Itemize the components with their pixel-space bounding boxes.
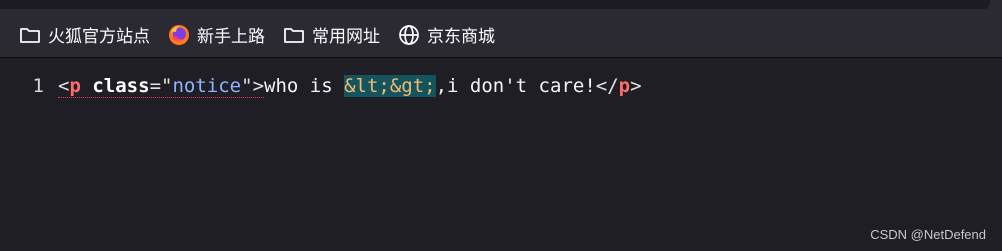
tab-strip: [0, 0, 1002, 12]
text-after-entity: ,i don't care!: [435, 75, 596, 97]
open-tag: <p class="notice">: [58, 74, 265, 98]
html-entity-highlight: &lt;&gt;: [344, 75, 436, 97]
bookmark-jd-mall[interactable]: 京东商城: [397, 19, 495, 51]
bookmark-label: 新手上路: [197, 27, 265, 47]
bookmark-label: 常用网址: [312, 27, 380, 47]
watermark: CSDN @NetDefend: [870, 227, 986, 242]
close-tag-end: >: [630, 75, 642, 97]
open-tag-end: >: [252, 74, 265, 97]
equals-sign: =: [149, 74, 162, 97]
open-bracket: <: [58, 74, 70, 97]
bookmark-label: 京东商城: [427, 27, 495, 47]
close-tag-start: </: [595, 75, 619, 97]
source-line: 1 <p class="notice"> who is &lt;&gt; ,i do…: [0, 73, 642, 99]
close-tag-name: p: [618, 75, 631, 97]
attribute-name: class: [92, 74, 150, 97]
bookmark-huohu-official[interactable]: 火狐官方站点: [18, 19, 150, 51]
source-viewer: 1 <p class="notice"> who is &lt;&gt; ,i do…: [0, 59, 1002, 251]
bookmark-common-sites[interactable]: 常用网址: [282, 19, 380, 51]
attribute-value: notice: [172, 74, 242, 97]
quote-close: ": [241, 74, 253, 97]
bookmarks-toolbar: 火狐官方站点 新手上路 常用网址 京东商城: [0, 12, 1002, 58]
globe-icon: [397, 23, 421, 47]
bookmark-getting-started[interactable]: 新手上路: [167, 19, 265, 51]
text-before-entity: who is: [264, 75, 345, 97]
tag-name: p: [69, 74, 81, 97]
tab-strip-background: [0, 0, 990, 9]
quote-open: ": [161, 74, 173, 97]
line-number: 1: [32, 75, 44, 97]
folder-icon: [282, 23, 306, 47]
bookmark-label: 火狐官方站点: [48, 27, 150, 47]
firefox-icon: [167, 23, 191, 47]
folder-icon: [18, 23, 42, 47]
